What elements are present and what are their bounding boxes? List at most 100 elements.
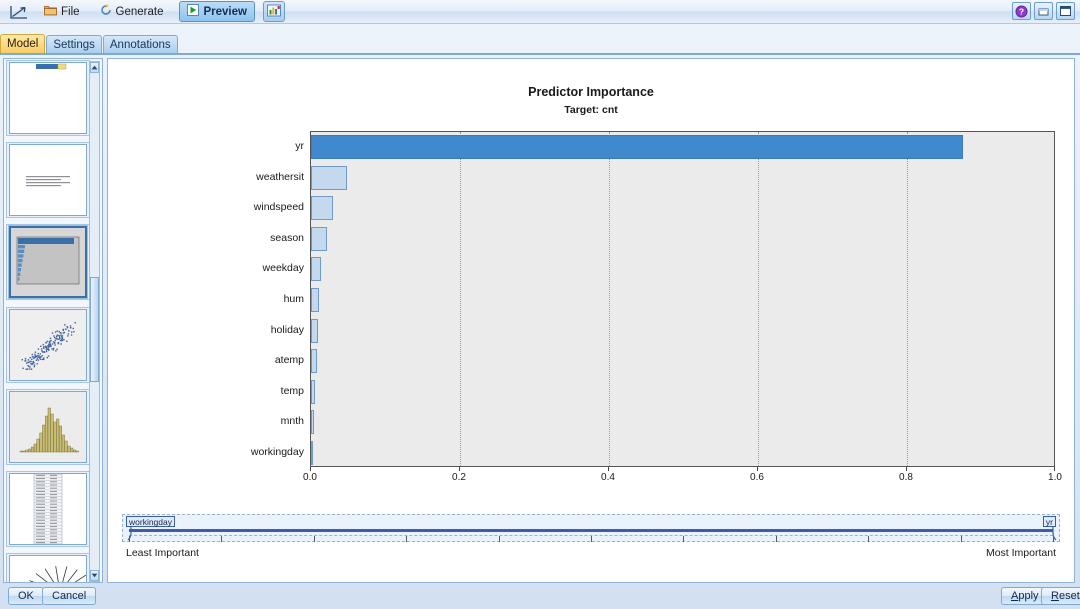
application-window: File Generate Preview ? Model Settings A… (0, 0, 1080, 609)
export-chart-icon (267, 4, 281, 20)
menu-bar: File Generate Preview ? (0, 0, 1080, 24)
output-thumbnail-panel (3, 58, 103, 583)
bar-holiday[interactable] (311, 318, 318, 343)
slider-most-important-label: Most Important (985, 547, 1056, 559)
tab-model[interactable]: Model (0, 34, 46, 54)
bar-season[interactable] (311, 226, 327, 251)
slider-track[interactable] (129, 529, 1053, 532)
menu-item-preview-label: Preview (203, 5, 247, 18)
thumbnail-scrollbar[interactable] (89, 61, 100, 582)
plot-area (310, 131, 1055, 467)
reset-mnemonic: R (1051, 590, 1059, 602)
folder-icon (44, 4, 57, 19)
export-chart-button[interactable] (262, 1, 285, 22)
slider-handle-most-stem[interactable] (1048, 527, 1057, 541)
caret-down-icon[interactable] (90, 570, 99, 581)
help-icon[interactable]: ? (1012, 2, 1031, 20)
bar-workingday[interactable] (311, 440, 314, 465)
ok-button[interactable]: OK (8, 587, 44, 605)
slider-tick (221, 536, 223, 542)
menu-item-file[interactable]: File (36, 1, 88, 22)
thumb-histogram[interactable] (9, 391, 87, 463)
bar-windspeed[interactable] (311, 196, 333, 221)
x-axis-tick (608, 467, 609, 471)
slider-tick (313, 536, 315, 542)
bar-weathersit[interactable] (311, 165, 347, 190)
x-axis-tick-label: 0.4 (601, 472, 615, 483)
y-axis-label-windspeed: windspeed (253, 201, 304, 214)
y-axis-label-holiday: holiday (270, 323, 304, 336)
menu-item-preview[interactable]: Preview (179, 1, 255, 22)
chart-title: Predictor Importance (528, 85, 654, 99)
thumb-radial[interactable] (9, 555, 87, 582)
cancel-button[interactable]: Cancel (42, 587, 97, 605)
plot-wrapper: yr weathersit windspeed season weekday hum hol… (203, 131, 1062, 483)
thumb-text-block[interactable] (9, 144, 87, 216)
x-axis-tick (757, 467, 758, 471)
slider-tick (498, 536, 500, 542)
slider-tick (775, 536, 777, 542)
refresh-icon (100, 4, 112, 19)
menu-item-file-label: File (61, 5, 80, 18)
slider-tick (960, 536, 962, 542)
y-axis-label-weathersit: weathersit (256, 170, 304, 183)
y-axis-label-weekday: weekday (262, 262, 304, 275)
y-axis-label-atemp: atemp (274, 354, 304, 367)
x-axis-tick (310, 467, 311, 471)
gridline (758, 132, 759, 466)
dialog-button-bar: OK Cancel Apply Reset (0, 585, 1080, 609)
svg-text:?: ? (1019, 6, 1024, 16)
menu-item-generate[interactable]: Generate (92, 1, 172, 22)
x-axis-tick-label: 0.8 (899, 472, 913, 483)
minimize-icon[interactable] (1034, 2, 1053, 20)
thumb-predictor-importance[interactable] (9, 226, 87, 298)
x-axis-tick (906, 467, 907, 471)
tab-bar: Model Settings Annotations (0, 33, 1080, 54)
bar-temp[interactable] (311, 379, 316, 404)
slider-tick (591, 536, 592, 542)
tab-settings[interactable]: Settings (46, 35, 102, 54)
reset-label-rest: eset (1058, 590, 1080, 602)
x-axis-tick (1054, 467, 1055, 471)
menu-item-generate-label: Generate (115, 5, 164, 18)
play-icon (187, 4, 200, 19)
slider-handle-least[interactable]: workingday (126, 516, 175, 527)
bar-hum[interactable] (311, 288, 320, 312)
bar-weekday[interactable] (311, 257, 322, 282)
x-axis-tick-label: 0.0 (303, 472, 317, 483)
y-axis-label-hum: hum (283, 293, 304, 305)
reset-button[interactable]: Reset (1041, 587, 1080, 605)
x-axis: 0.0 0.2 0.4 0.6 0.8 1.0 (303, 467, 1062, 493)
scrollbar-thumb[interactable] (90, 277, 99, 382)
slider-handle-least-stem[interactable] (126, 527, 134, 541)
y-axis-label-yr: yr (295, 140, 304, 153)
chart-subtitle: Target: cnt (564, 104, 618, 116)
tab-annotations[interactable]: Annotations (102, 35, 178, 54)
caret-up-icon[interactable] (90, 62, 99, 73)
maximize-icon[interactable] (1056, 2, 1075, 20)
y-axis-label-temp: temp (280, 384, 304, 397)
y-axis-label-workingday: workingday (250, 445, 304, 458)
bar-atemp[interactable] (311, 349, 317, 374)
thumb-table[interactable] (9, 473, 87, 545)
slider-handle-most[interactable]: yr (1042, 516, 1056, 527)
importance-range-slider[interactable]: workingday yr (122, 514, 1060, 542)
window-controls: ? (1012, 2, 1075, 20)
y-axis-labels: yr weathersit windspeed season weekday hum hol… (203, 131, 304, 467)
bar-mnth[interactable] (311, 410, 314, 435)
thumb-table-header[interactable] (9, 62, 87, 134)
chart-line-icon (6, 2, 32, 22)
content-area: Predictor Importance Target: cnt yr weath… (0, 55, 1080, 583)
gridline (907, 132, 908, 466)
slider-tick (406, 536, 408, 542)
gridline (460, 132, 461, 466)
x-axis-tick-label: 0.2 (452, 472, 466, 483)
x-axis-tick (459, 467, 460, 471)
slider-tick (868, 536, 870, 542)
chart-panel: Predictor Importance Target: cnt yr weath… (107, 58, 1075, 583)
thumb-scatter[interactable] (9, 309, 87, 381)
slider-ticks (129, 535, 1054, 543)
y-axis-label-season: season (270, 231, 304, 244)
bar-yr[interactable] (311, 135, 963, 160)
slider-least-important-label: Least Important (126, 547, 199, 559)
